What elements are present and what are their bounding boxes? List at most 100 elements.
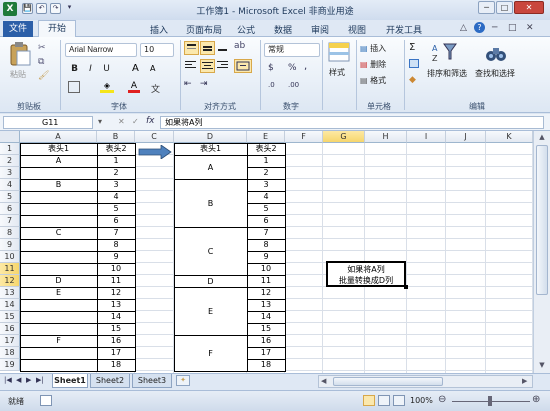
close-button[interactable]: ✕ (514, 1, 544, 14)
cell-b-value[interactable]: 10 (97, 263, 135, 275)
delete-cells-button[interactable]: ▤ 删除 (360, 59, 386, 70)
cell-a9[interactable] (20, 239, 98, 252)
prev-sheet-icon[interactable]: ◀ (16, 376, 21, 384)
top-align-button[interactable] (184, 41, 199, 55)
doc-close-icon[interactable]: ✕ (526, 23, 534, 33)
row-header-18[interactable]: 18 (0, 347, 20, 359)
bold-button[interactable]: B (68, 63, 81, 76)
currency-button[interactable]: $ (268, 63, 274, 73)
macro-record-icon[interactable] (40, 395, 52, 406)
cell-a6[interactable] (20, 203, 98, 216)
row-header-19[interactable]: 19 (0, 359, 20, 371)
row-header-4[interactable]: 4 (0, 179, 20, 191)
scroll-right-icon[interactable]: ▶ (522, 377, 527, 385)
horizontal-scrollbar[interactable]: ◀ ▶ (318, 375, 533, 388)
cell-e-value[interactable]: 3 (247, 179, 285, 191)
underline-button[interactable]: U (100, 63, 113, 76)
cell-a14[interactable] (20, 299, 98, 312)
row-header-10[interactable]: 10 (0, 251, 20, 263)
zoom-slider-thumb[interactable] (488, 396, 492, 406)
minimize-button[interactable]: ─ (478, 1, 495, 14)
cell-b-value[interactable]: 11 (97, 275, 135, 287)
cell-a-value[interactable]: F (20, 335, 97, 347)
tab-insert[interactable]: 插入 (150, 23, 168, 36)
cut-icon[interactable]: ✂ (38, 43, 50, 53)
first-sheet-icon[interactable]: |◀ (4, 376, 12, 384)
cell-b-value[interactable]: 4 (97, 191, 135, 203)
merged-cell-d-value[interactable]: A (174, 162, 247, 174)
doc-restore-icon[interactable]: □ (508, 23, 517, 33)
page-break-view-icon[interactable] (393, 395, 405, 406)
header-cell[interactable]: 表头2 (247, 143, 285, 155)
tab-developer[interactable]: 开发工具 (386, 23, 422, 36)
column-header-j[interactable]: J (446, 131, 486, 143)
row-header-17[interactable]: 17 (0, 335, 20, 347)
row-header-5[interactable]: 5 (0, 191, 20, 203)
tab-view[interactable]: 视图 (348, 23, 366, 36)
column-header-h[interactable]: H (365, 131, 407, 143)
header-cell[interactable]: 表头2 (97, 143, 135, 155)
minimize-ribbon-icon[interactable]: △ (460, 23, 467, 33)
name-box[interactable]: G11 (3, 116, 93, 129)
cell-e-value[interactable]: 8 (247, 239, 285, 251)
find-select-button[interactable] (484, 41, 508, 65)
percent-button[interactable]: % (288, 63, 297, 73)
cell-a-value[interactable]: B (20, 179, 97, 191)
cell-e-value[interactable]: 17 (247, 347, 285, 359)
row-header-13[interactable]: 13 (0, 287, 20, 299)
tab-data[interactable]: 数据 (274, 23, 292, 36)
vertical-scrollbar[interactable]: ▲ ▼ (533, 131, 550, 373)
tab-review[interactable]: 审阅 (311, 23, 329, 36)
cell-b-value[interactable]: 14 (97, 311, 135, 323)
insert-cells-button[interactable]: ▤ 插入 (360, 43, 386, 54)
merged-cell-d-value[interactable]: C (174, 246, 247, 258)
normal-view-icon[interactable] (363, 395, 375, 406)
cell-b-value[interactable]: 12 (97, 287, 135, 299)
column-header-e[interactable]: E (247, 131, 285, 143)
last-sheet-icon[interactable]: ▶| (36, 376, 44, 384)
select-all-corner[interactable] (0, 131, 20, 143)
format-cells-button[interactable]: ▤ 格式 (360, 75, 386, 86)
row-header-11[interactable]: 11 (0, 263, 20, 275)
merge-center-button[interactable] (234, 59, 252, 73)
cell-e-value[interactable]: 5 (247, 203, 285, 215)
cell-e-value[interactable]: 7 (247, 227, 285, 239)
cell-a15[interactable] (20, 311, 98, 324)
increase-decimal-icon[interactable]: .0 (268, 81, 275, 89)
cell-b-value[interactable]: 6 (97, 215, 135, 227)
cell-e-value[interactable]: 13 (247, 299, 285, 311)
column-header-g[interactable]: G (323, 131, 365, 143)
column-header-f[interactable]: F (285, 131, 323, 143)
sheet-tab-sheet2[interactable]: Sheet2 (90, 374, 130, 388)
cell-e-value[interactable]: 15 (247, 323, 285, 335)
paste-button[interactable] (6, 41, 34, 71)
cell-b-value[interactable]: 2 (97, 167, 135, 179)
sort-filter-button[interactable]: AZ (430, 41, 458, 65)
comma-button[interactable]: , (304, 61, 307, 72)
cell-b-value[interactable]: 16 (97, 335, 135, 347)
zoom-in-icon[interactable]: ⊕ (532, 394, 540, 405)
cell-e-value[interactable]: 2 (247, 167, 285, 179)
cell-b-value[interactable]: 3 (97, 179, 135, 191)
fill-icon[interactable] (409, 59, 419, 68)
merged-cell-d-value[interactable]: D (174, 276, 247, 288)
cell-b-value[interactable]: 1 (97, 155, 135, 167)
cell-b-value[interactable]: 7 (97, 227, 135, 239)
cell-e-value[interactable]: 1 (247, 155, 285, 167)
row-header-8[interactable]: 8 (0, 227, 20, 239)
autosum-icon[interactable]: Σ (409, 42, 415, 53)
column-header-k[interactable]: K (486, 131, 533, 143)
number-format-select[interactable]: 常规 (264, 43, 320, 57)
scroll-left-icon[interactable]: ◀ (321, 377, 326, 385)
fill-handle[interactable] (404, 285, 408, 289)
row-header-9[interactable]: 9 (0, 239, 20, 251)
help-icon[interactable]: ? (474, 22, 485, 33)
column-header-c[interactable]: C (135, 131, 174, 143)
cell-e-value[interactable]: 14 (247, 311, 285, 323)
cell-a19[interactable] (20, 359, 98, 372)
sheet-tab-sheet3[interactable]: Sheet3 (132, 374, 172, 388)
cell-b-value[interactable]: 8 (97, 239, 135, 251)
cell-e-value[interactable]: 6 (247, 215, 285, 227)
clear-icon[interactable]: ◆ (409, 75, 416, 85)
row-header-12[interactable]: 12 (0, 275, 20, 287)
